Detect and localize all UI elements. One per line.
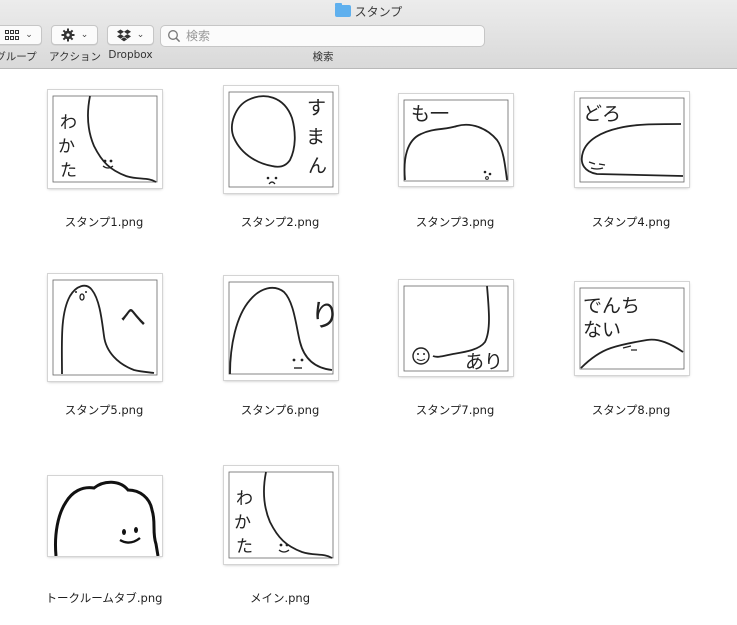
stamp-image [54, 480, 160, 556]
stamp-image: どろ [579, 97, 685, 183]
finder-toolbar: スタンプ ⌄ グループ ⌄ アクション ⌄ Dropbox 検索 検索 [0, 0, 737, 69]
stamp-image: り [228, 281, 338, 375]
gear-icon [61, 28, 75, 42]
stamp-image: わ か た [52, 95, 158, 183]
file-thumbnail: わ か た [48, 90, 162, 188]
file-thumbnail[interactable]: あり [399, 280, 513, 376]
file-thumbnail[interactable]: どろ [575, 92, 689, 187]
file-name[interactable]: スタンプ8.png [551, 402, 711, 418]
stamp-text: ない [583, 319, 621, 341]
file-name[interactable]: スタンプ6.png [200, 402, 360, 418]
file-thumbnail[interactable]: へ [48, 274, 162, 381]
stamp-text: す [307, 97, 326, 119]
search-icon [168, 30, 181, 43]
chevron-down-icon: ⌄ [136, 30, 145, 40]
window-title: スタンプ [0, 3, 737, 20]
stamp-text: た [236, 537, 253, 557]
stamp-image: へ [52, 279, 158, 376]
dropbox-button[interactable]: ⌄ [107, 25, 154, 45]
search-input[interactable] [183, 29, 476, 43]
stamp-image: も一 [403, 99, 509, 182]
file-name[interactable]: スタンプ3.png [375, 214, 535, 230]
action-button[interactable]: ⌄ [51, 25, 98, 45]
chevron-down-icon: ⌄ [25, 30, 33, 40]
stamp-text: わ [236, 489, 253, 509]
file-thumbnail[interactable]: り [224, 276, 338, 380]
file-thumbnail[interactable]: も一 [399, 94, 513, 186]
dropbox-icon [116, 29, 131, 41]
file-thumbnail[interactable]: す ま ん [224, 86, 338, 193]
stamp-image: でんち ない [579, 287, 685, 370]
stamp-text: り [310, 299, 338, 334]
grid-icon [5, 30, 20, 40]
file-name[interactable]: スタンプ4.png [551, 214, 711, 230]
action-label: アクション [49, 51, 101, 63]
file-name[interactable]: スタンプ7.png [375, 402, 535, 418]
stamp-text: か [58, 137, 75, 157]
window-title-text: スタンプ [354, 5, 403, 19]
dropbox-label: Dropbox [108, 49, 153, 61]
search-field[interactable] [160, 25, 485, 47]
stamp-image: す ま ん [228, 91, 334, 188]
file-thumbnail[interactable]: わ か た [224, 466, 338, 564]
file-name[interactable]: スタンプ5.png [24, 402, 184, 418]
file-thumbnail[interactable]: でんち ない [575, 282, 689, 375]
stamp-text: わ [60, 113, 77, 133]
stamp-text: ま [306, 126, 325, 148]
stamp-text: でんち [583, 295, 640, 317]
stamp-text: か [234, 513, 251, 533]
file-name[interactable]: スタンプ1.png [24, 214, 184, 230]
file-name[interactable]: メイン.png [200, 590, 360, 606]
group-button[interactable]: ⌄ [0, 25, 42, 45]
file-thumbnail[interactable] [48, 476, 162, 556]
stamp-image: わ か た [228, 471, 334, 559]
file-name[interactable]: トークルームタブ.png [24, 590, 184, 606]
stamp-text: も一 [411, 103, 449, 125]
stamp-text: あり [465, 351, 503, 373]
file-name[interactable]: スタンプ2.png [200, 214, 360, 230]
stamp-image: あり [403, 285, 509, 373]
chevron-down-icon: ⌄ [80, 30, 89, 40]
stamp-text: た [60, 161, 77, 181]
stamp-text: ん [308, 155, 327, 177]
stamp-text: へ [120, 303, 146, 333]
group-label: グループ [0, 51, 37, 63]
folder-icon [334, 3, 351, 17]
search-label: 検索 [312, 51, 334, 63]
stamp-text: どろ [583, 103, 621, 125]
